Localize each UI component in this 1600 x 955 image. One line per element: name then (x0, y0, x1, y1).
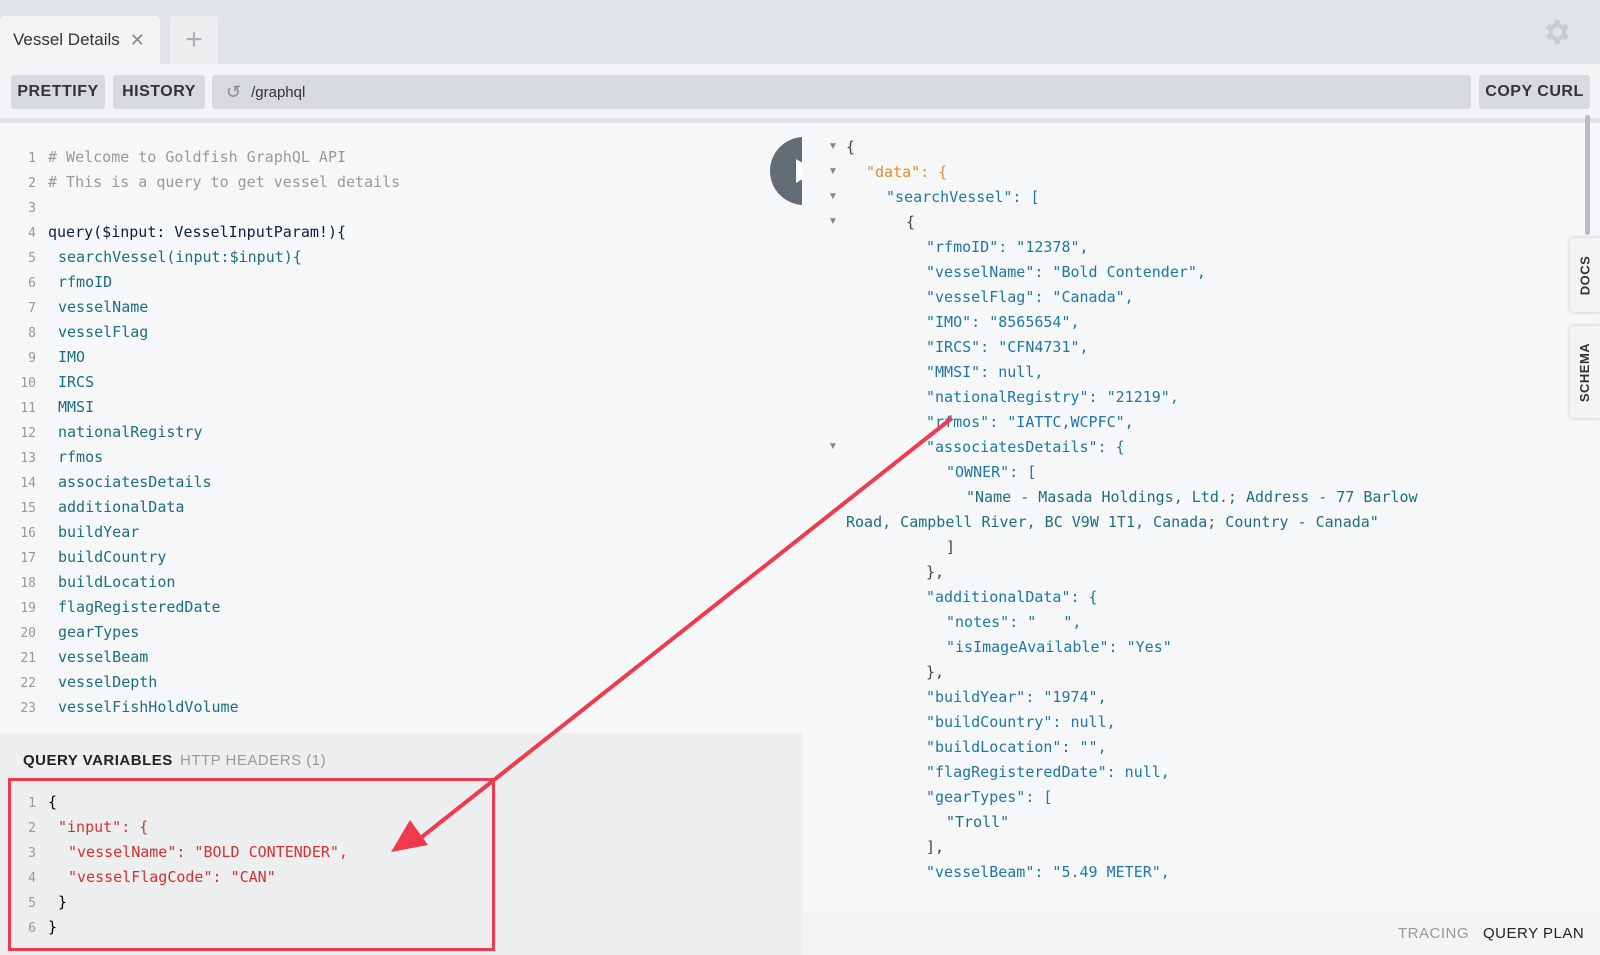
code-line: 18 buildLocation (20, 573, 176, 591)
code-line: 16 buildYear (20, 523, 140, 541)
result-line: "buildCountry": null, (926, 713, 1116, 731)
result-line: "additionalData": { (926, 588, 1098, 606)
result-line: "buildLocation": "", (926, 738, 1107, 756)
toolbar: PRETTIFY HISTORY ↺ /graphql COPY CURL (0, 64, 1600, 118)
code-line: 10 IRCS (20, 373, 95, 391)
code-line: 17 buildCountry (20, 548, 167, 566)
tracing-tab[interactable]: TRACING (1398, 925, 1469, 942)
query-editor[interactable]: 1 # Welcome to Goldfish GraphQL API 2 # Th… (0, 123, 802, 733)
result-line: ], (926, 838, 945, 856)
result-line: "Name - Masada Holdings, Ltd.; Address -… (966, 488, 1418, 506)
collapse-arrow-icon[interactable]: ▼ (828, 141, 838, 152)
code-line: 4 "vesselFlagCode": "CAN" (28, 868, 276, 886)
result-line: "gearTypes": [ (926, 788, 1053, 806)
code-line: 5 searchVessel(input:$input){ (28, 248, 302, 266)
tab-query-variables[interactable]: QUERY VARIABLES (23, 752, 173, 769)
result-line: "vesselName": "Bold Contender", (926, 263, 1206, 281)
code-line: 19 flagRegisteredDate (20, 598, 221, 616)
code-line: 1 # Welcome to Goldfish GraphQL API (28, 148, 347, 166)
result-line: "rfmoID": "12378", (926, 238, 1089, 256)
result-pane: { "data": { "searchVessel": [ { "rfmoID"… (802, 123, 1600, 913)
query-variables-panel: QUERY VARIABLES HTTP HEADERS (1) 1{ 2 "in… (0, 733, 802, 955)
code-line: 3 (28, 201, 36, 216)
code-line: 3 "vesselName": "BOLD CONTENDER", (28, 843, 348, 861)
code-line: 12 nationalRegistry (20, 423, 203, 441)
tab-title: Vessel Details (13, 30, 120, 49)
tab-bar: Vessel Details ✕ + (0, 0, 1600, 64)
code-line: 6 rfmoID (28, 273, 113, 291)
history-button[interactable]: HISTORY (113, 75, 205, 109)
collapse-arrow-icon[interactable]: ▼ (828, 191, 838, 202)
gear-icon[interactable] (1540, 16, 1572, 48)
result-line: "vesselBeam": "5.49 METER", (926, 863, 1170, 881)
result-line: "buildYear": "1974", (926, 688, 1107, 706)
result-line: }, (926, 563, 945, 581)
result-line: "Troll" (946, 813, 1010, 831)
code-line: 4 query($input: VesselInputParam!){ (28, 223, 347, 241)
collapse-arrow-icon[interactable]: ▼ (828, 441, 838, 452)
code-line: 8 vesselFlag (28, 323, 149, 341)
result-footer: TRACING QUERY PLAN (802, 913, 1600, 955)
result-line: Road, Campbell River, BC V9W 1T1, Canada… (846, 513, 1379, 531)
tab-http-headers[interactable]: HTTP HEADERS (1) (180, 752, 326, 769)
url-text: /graphql (251, 83, 306, 101)
result-line: "IMO": "8565654", (926, 313, 1080, 331)
code-line: 7 vesselName (28, 298, 149, 316)
code-line: 2 # This is a query to get vessel details (28, 173, 401, 191)
close-icon[interactable]: ✕ (130, 30, 145, 51)
result-line: "isImageAvailable": "Yes" (946, 638, 1172, 656)
result-line: ] (946, 538, 956, 556)
schema-tab[interactable]: SCHEMA (1570, 326, 1600, 418)
code-line: 20 gearTypes (20, 623, 140, 641)
result-line: { (846, 138, 856, 156)
query-plan-tab[interactable]: QUERY PLAN (1483, 925, 1584, 942)
code-line: 23 vesselFishHoldVolume (20, 698, 239, 716)
code-line: 15 additionalData (20, 498, 185, 516)
code-line: 2 "input": { (28, 818, 149, 836)
code-line: 11 MMSI (20, 398, 95, 416)
tab-vessel-details[interactable]: Vessel Details ✕ (0, 16, 160, 64)
result-line: "nationalRegistry": "21219", (926, 388, 1179, 406)
copy-curl-button[interactable]: COPY CURL (1479, 75, 1590, 109)
collapse-arrow-icon[interactable]: ▼ (828, 166, 838, 177)
reload-icon[interactable]: ↺ (226, 82, 241, 103)
result-line: "IRCS": "CFN4731", (926, 338, 1089, 356)
result-line: "OWNER": [ (946, 463, 1037, 481)
code-line: 13 rfmos (20, 448, 104, 466)
result-line: }, (926, 663, 945, 681)
result-scrollbar[interactable] (1585, 115, 1590, 235)
code-line: 14 associatesDetails (20, 473, 212, 491)
code-line: 1{ (28, 793, 58, 811)
docs-tab[interactable]: DOCS (1570, 238, 1600, 312)
code-line: 21 vesselBeam (20, 648, 149, 666)
code-line: 9 IMO (28, 348, 86, 366)
code-line: 22 vesselDepth (20, 673, 158, 691)
code-line: 5} (28, 893, 68, 911)
result-line: "data": { (866, 163, 948, 181)
result-line: "vesselFlag": "Canada", (926, 288, 1134, 306)
result-line: "notes": " ", (946, 613, 1082, 631)
collapse-arrow-icon[interactable]: ▼ (828, 216, 838, 227)
result-line: "rfmos": "IATTC,WCPFC", (926, 413, 1134, 431)
url-field[interactable]: ↺ /graphql (212, 75, 1471, 109)
result-line: "associatesDetails": { (926, 438, 1125, 456)
result-line: "flagRegisteredDate": null, (926, 763, 1170, 781)
result-line: "searchVessel": [ (886, 188, 1040, 206)
result-line: { (906, 213, 916, 231)
prettify-button[interactable]: PRETTIFY (11, 75, 105, 109)
add-tab-button[interactable]: + (170, 16, 218, 64)
code-line: 6} (28, 918, 58, 936)
result-line: "MMSI": null, (926, 363, 1044, 381)
